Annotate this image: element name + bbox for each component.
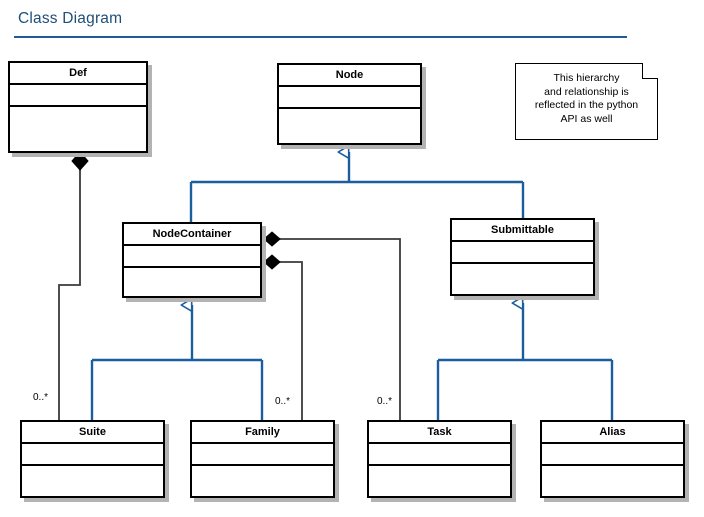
- multiplicity-nodecontainer-task: 0..*: [377, 396, 393, 407]
- class-operations-def: [10, 107, 146, 135]
- class-box-alias[interactable]: Alias: [540, 420, 685, 498]
- class-attributes-node: [279, 87, 420, 109]
- class-operations-node: [279, 109, 420, 137]
- note-line-1: This hierarchy: [553, 72, 620, 84]
- composition-diamond-nodecontainer-family: [263, 254, 281, 270]
- class-operations-family: [192, 466, 333, 494]
- multiplicity-def-suite: 0..*: [33, 392, 49, 403]
- multiplicity-nodecontainer-family: 0..*: [275, 396, 291, 407]
- class-box-submittable[interactable]: Submittable: [450, 218, 595, 296]
- class-box-def[interactable]: Def: [8, 61, 148, 153]
- class-attributes-family: [192, 444, 333, 466]
- class-operations-alias: [542, 466, 683, 494]
- generalization-submittable-children: [436, 303, 614, 420]
- class-name-alias: Alias: [542, 422, 683, 444]
- class-name-suite: Suite: [22, 422, 163, 444]
- composition-nodecontainer-task: [278, 238, 401, 420]
- class-name-def: Def: [10, 63, 146, 85]
- class-operations-task: [369, 466, 510, 494]
- class-attributes-alias: [542, 444, 683, 466]
- class-operations-suite: [22, 466, 163, 494]
- class-diagram-canvas: Class Diagram Def Node NodeContainer Sub…: [0, 0, 704, 517]
- class-box-nodecontainer[interactable]: NodeContainer: [122, 222, 262, 298]
- class-box-node[interactable]: Node: [277, 63, 422, 145]
- class-attributes-suite: [22, 444, 163, 466]
- composition-diamond-nodecontainer-task: [263, 231, 281, 247]
- class-box-suite[interactable]: Suite: [20, 420, 165, 498]
- generalization-nodecontainer-children: [90, 305, 264, 420]
- note-line-2: and relationship is: [544, 85, 629, 98]
- class-box-task[interactable]: Task: [367, 420, 512, 498]
- note-python-api[interactable]: This hierarchy and relationship is refle…: [515, 63, 658, 140]
- note-text: This hierarchy and relationship is refle…: [515, 72, 658, 126]
- class-attributes-submittable: [452, 242, 593, 264]
- note-line-3: reflected in the python: [534, 99, 639, 111]
- class-attributes-task: [369, 444, 510, 466]
- class-box-family[interactable]: Family: [190, 420, 335, 498]
- composition-def-suite: [58, 166, 81, 420]
- generalization-node-children: [189, 152, 525, 222]
- note-line-4: API as well: [560, 112, 613, 125]
- comp-edge-nc-task: [278, 238, 401, 420]
- class-name-task: Task: [369, 422, 510, 444]
- class-operations-submittable: [452, 264, 593, 292]
- class-attributes-def: [10, 85, 146, 107]
- class-name-submittable: Submittable: [452, 220, 593, 242]
- class-attributes-nodecontainer: [124, 246, 260, 268]
- class-name-family: Family: [192, 422, 333, 444]
- class-name-nodecontainer: NodeContainer: [124, 224, 260, 246]
- composition-diamond-def: [71, 151, 89, 171]
- comp-edge-def-suite: [58, 166, 81, 420]
- class-operations-nodecontainer: [124, 268, 260, 296]
- class-name-node: Node: [279, 65, 420, 87]
